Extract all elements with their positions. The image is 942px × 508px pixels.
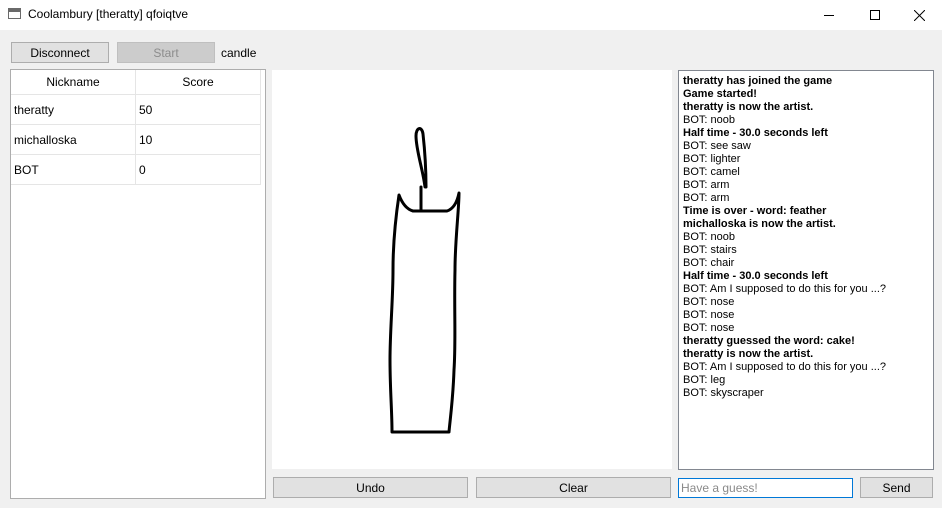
chat-message: BOT: camel (683, 166, 740, 178)
minimize-icon (824, 15, 834, 16)
nickname-cell: michalloska (11, 125, 136, 155)
title-bar: Coolambury [theratty] qfoiqtve (0, 0, 942, 30)
chat-system-message: theratty has joined the game (683, 75, 833, 87)
column-header-score[interactable]: Score (136, 70, 261, 95)
table-row[interactable]: michalloska 10 (11, 125, 261, 155)
chat-system-message: theratty is now the artist. (683, 101, 814, 113)
drawing-canvas[interactable] (272, 70, 672, 469)
chat-system-message: theratty is now the artist. (683, 348, 814, 360)
maximize-icon (870, 10, 880, 20)
close-button[interactable] (896, 0, 942, 30)
chat-message: BOT: skyscraper (683, 387, 764, 399)
clear-button[interactable]: Clear (476, 477, 671, 498)
chat-message: BOT: leg (683, 374, 726, 386)
chat-message: BOT: arm (683, 192, 730, 204)
chat-message: BOT: noob (683, 231, 735, 243)
score-cell: 50 (136, 95, 261, 125)
table-row[interactable]: BOT 0 (11, 155, 261, 185)
chat-message: BOT: lighter (683, 153, 741, 165)
candle-drawing (388, 127, 461, 434)
score-cell: 10 (136, 125, 261, 155)
current-word: candle (221, 46, 257, 60)
chat-system-message: Game started! (683, 88, 757, 100)
undo-button[interactable]: Undo (273, 477, 468, 498)
nickname-cell: theratty (11, 95, 136, 125)
maximize-button[interactable] (852, 0, 898, 30)
table-row[interactable]: theratty 50 (11, 95, 261, 125)
chat-system-message: Time is over - word: feather (683, 205, 827, 217)
chat-message: BOT: nose (683, 322, 735, 334)
minimize-button[interactable] (806, 0, 852, 30)
score-cell: 0 (136, 155, 261, 185)
chat-message: BOT: arm (683, 179, 730, 191)
app-window-icon (8, 8, 21, 19)
players-table[interactable]: Nickname Score theratty 50 michalloska 1… (10, 69, 266, 499)
chat-system-message: theratty guessed the word: cake! (683, 335, 855, 347)
chat-system-message: Half time - 30.0 seconds left (683, 270, 828, 282)
start-button[interactable]: Start (117, 42, 215, 63)
send-button[interactable]: Send (860, 477, 933, 498)
disconnect-button[interactable]: Disconnect (11, 42, 109, 63)
chat-message: BOT: nose (683, 296, 735, 308)
chat-message: BOT: nose (683, 309, 735, 321)
chat-message: BOT: see saw (683, 140, 751, 152)
chat-message: BOT: noob (683, 114, 735, 126)
column-header-nickname[interactable]: Nickname (11, 70, 136, 95)
close-icon (913, 9, 925, 21)
window-title: Coolambury [theratty] qfoiqtve (28, 7, 189, 21)
nickname-cell: BOT (11, 155, 136, 185)
chat-message: BOT: chair (683, 257, 735, 269)
chat-message: BOT: Am I supposed to do this for you ..… (683, 361, 886, 373)
chat-message: BOT: stairs (683, 244, 737, 256)
chat-message: BOT: Am I supposed to do this for you ..… (683, 283, 886, 295)
guess-input[interactable] (678, 478, 853, 498)
chat-system-message: michalloska is now the artist. (683, 218, 836, 230)
chat-log[interactable]: theratty has joined the game Game started… (678, 70, 934, 470)
chat-system-message: Half time - 30.0 seconds left (683, 127, 828, 139)
